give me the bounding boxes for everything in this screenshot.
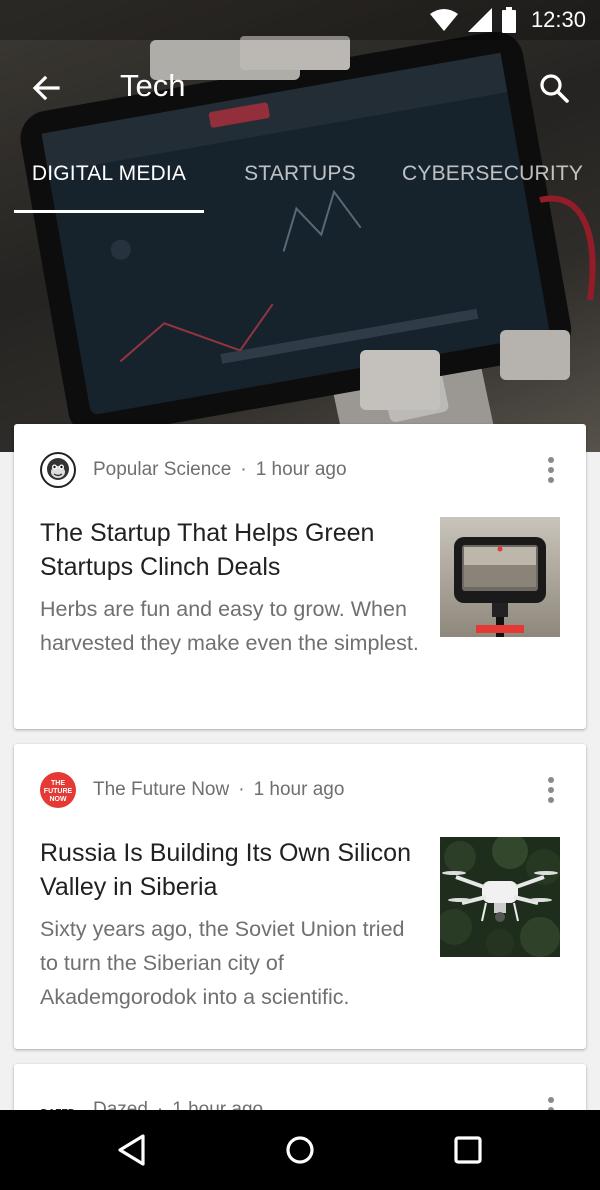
wifi-icon xyxy=(429,9,458,31)
article-card[interactable]: THE FUTURE NOW The Future Now · 1 hour a… xyxy=(14,744,586,1049)
nav-recents-square-icon xyxy=(454,1136,482,1164)
arrow-back-icon xyxy=(32,75,60,101)
search-icon xyxy=(540,74,569,103)
tab-cybersecurity[interactable]: CYBERSECURITY xyxy=(386,148,600,214)
more-vert-icon xyxy=(548,777,554,783)
article-source-name: The Future Now xyxy=(93,779,230,800)
status-time: 12:30 xyxy=(530,7,586,32)
nav-home-circle-icon xyxy=(286,1136,314,1164)
svg-text:THE: THE xyxy=(51,780,65,787)
category-tabs: DIGITAL MEDIA STARTUPS CYBERSECURITY xyxy=(0,148,600,214)
more-vert-icon xyxy=(548,1097,554,1103)
the-future-now-logo-icon: THE FUTURE NOW xyxy=(40,772,76,808)
search-button[interactable] xyxy=(532,66,576,110)
app-bar: Tech xyxy=(0,50,600,126)
nav-back-triangle-icon xyxy=(118,1134,145,1166)
tab-digital-media[interactable]: DIGITAL MEDIA xyxy=(14,148,204,214)
popular-science-logo-icon xyxy=(40,452,76,488)
page-title: Tech xyxy=(120,68,186,103)
status-icons: 12:30 xyxy=(429,6,586,34)
battery-icon xyxy=(501,7,516,33)
active-tab-indicator xyxy=(14,210,204,213)
article-title[interactable]: Russia Is Building Its Own Silicon Valle… xyxy=(40,836,420,904)
hero-header: 12:30 Tech DIGITAL MEDIA STARTUPS CYBERS… xyxy=(0,0,600,452)
article-title[interactable]: The Startup That Helps Green Startups Cl… xyxy=(40,516,420,584)
svg-text:NOW: NOW xyxy=(49,796,67,803)
article-time: 1 hour ago xyxy=(255,459,347,480)
article-source-row: THE FUTURE NOW The Future Now · 1 hour a… xyxy=(40,772,344,808)
more-options-button[interactable] xyxy=(540,454,562,486)
nav-home-button[interactable] xyxy=(276,1126,324,1174)
status-bar: 12:30 xyxy=(0,0,600,40)
article-description: Sixty years ago, the Soviet Union tried … xyxy=(40,917,405,1009)
action-camera-photo-icon xyxy=(440,517,560,637)
more-options-button[interactable] xyxy=(540,774,562,806)
tab-startups[interactable]: STARTUPS xyxy=(226,148,374,214)
source-separator: · xyxy=(238,779,245,800)
article-time: 1 hour ago xyxy=(253,779,345,800)
article-source-row: Popular Science · 1 hour ago xyxy=(40,452,347,488)
article-description: Herbs are fun and easy to grow. When har… xyxy=(40,597,419,655)
more-vert-icon xyxy=(548,457,554,463)
nav-recents-button[interactable] xyxy=(444,1126,492,1174)
svg-text:FUTURE: FUTURE xyxy=(44,788,73,795)
article-thumbnail[interactable] xyxy=(440,837,560,957)
back-button[interactable] xyxy=(24,66,68,110)
article-thumbnail[interactable] xyxy=(440,517,560,637)
system-navigation-bar xyxy=(0,1110,600,1190)
source-separator: · xyxy=(240,459,247,480)
drone-photo-icon xyxy=(440,837,560,957)
cellular-signal-icon xyxy=(467,8,492,32)
article-source-name: Popular Science xyxy=(93,459,232,480)
article-card[interactable]: Popular Science · 1 hour ago The Startup… xyxy=(14,424,586,729)
nav-back-button[interactable] xyxy=(108,1126,156,1174)
